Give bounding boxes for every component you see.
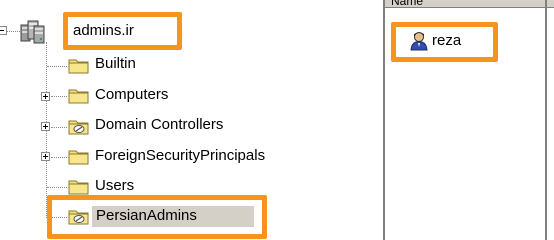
folder-icon	[68, 180, 89, 195]
domain-server-icon	[20, 20, 45, 44]
expand-toggle-foreign-security-principals[interactable]	[41, 152, 50, 161]
folder-icon	[68, 59, 89, 74]
details-list-pane[interactable]: Name reza	[383, 0, 554, 240]
tree-root-connector	[6, 31, 20, 32]
highlight-box-reza	[391, 22, 498, 62]
highlight-box-root	[63, 12, 182, 50]
highlight-box-persianadmins	[47, 195, 267, 239]
tree-item-users[interactable]: Users	[95, 177, 134, 195]
tree-item-foreign-security-principals[interactable]: ForeignSecurityPrincipals	[95, 147, 265, 165]
tree-branch-builtin	[47, 66, 67, 67]
column-header-name[interactable]: Name	[385, 0, 554, 8]
ou-folder-icon	[68, 120, 89, 135]
folder-icon	[68, 89, 89, 104]
window-right-edge	[545, 0, 547, 240]
tree-branch-computers	[51, 96, 67, 97]
folder-icon	[68, 150, 89, 165]
tree-branch-users	[47, 187, 67, 188]
screenshot-canvas: admins.ir Builtin Computers Domain Contr…	[0, 0, 554, 240]
expand-toggle-computers[interactable]	[41, 92, 50, 101]
expand-toggle-domain-controllers[interactable]	[41, 122, 50, 131]
tree-item-computers[interactable]: Computers	[95, 86, 168, 104]
tree-branch-foreign	[51, 157, 67, 158]
tree-item-builtin[interactable]: Builtin	[95, 55, 136, 73]
tree-branch-domain-controllers	[51, 127, 67, 128]
tree-root-collapse-toggle[interactable]	[0, 26, 7, 35]
tree-item-domain-controllers[interactable]: Domain Controllers	[95, 116, 223, 134]
